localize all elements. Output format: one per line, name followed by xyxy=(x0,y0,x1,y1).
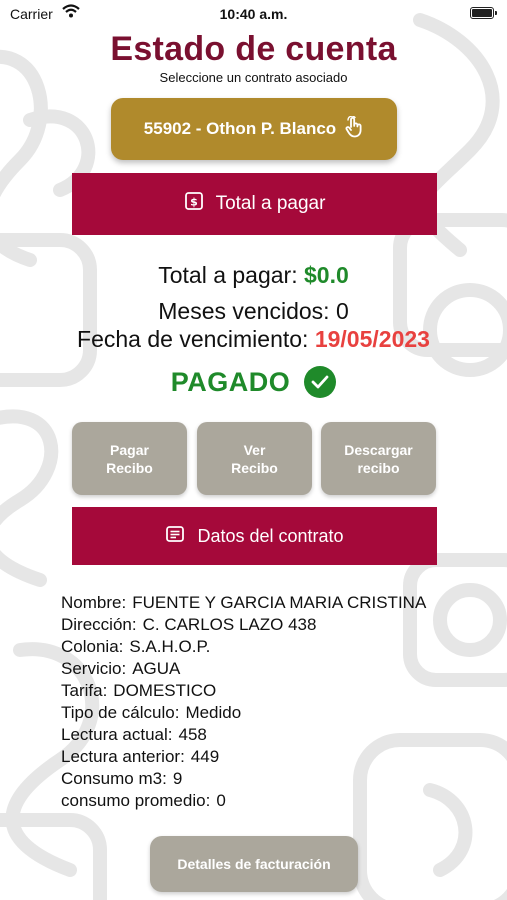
overdue-row: Meses vencidos: 0 xyxy=(0,298,507,325)
page-subtitle: Seleccione un contrato asociado xyxy=(159,70,348,85)
total-row: Total a pagar: $0.0 xyxy=(0,262,507,289)
due-date-value: 19/05/2023 xyxy=(314,326,430,352)
status-time: 10:40 a.m. xyxy=(219,6,288,22)
detail-row-calc-type: Tipo de cálculo: Medido xyxy=(61,702,426,724)
detail-row-previous-reading: Lectura anterior: 449 xyxy=(61,746,426,768)
document-icon xyxy=(165,525,185,548)
detail-row-consumption: Consumo m3: 9 xyxy=(61,768,426,790)
detail-row-name: Nombre: FUENTE Y GARCIA MARIA CRISTINA xyxy=(61,592,426,614)
pay-receipt-label: Pagar Recibo xyxy=(106,441,153,476)
tap-hand-icon xyxy=(344,114,364,143)
overdue-value: 0 xyxy=(335,298,349,324)
detail-label: Consumo m3: xyxy=(61,769,167,788)
page-title: Estado de cuenta xyxy=(110,30,397,68)
view-receipt-button[interactable]: Ver Recibo xyxy=(197,422,312,495)
due-date-row: Fecha de vencimiento: 19/05/2023 xyxy=(0,326,507,353)
detail-value: 0 xyxy=(216,791,226,810)
detail-row-address: Dirección: C. CARLOS LAZO 438 xyxy=(61,614,426,636)
payment-status-label: PAGADO xyxy=(170,366,291,397)
billing-details-label: Detalles de facturación xyxy=(177,856,331,872)
total-value: $0.0 xyxy=(304,262,349,288)
detail-value: 449 xyxy=(190,747,220,766)
detail-value: Medido xyxy=(185,703,242,722)
overdue-label: Meses vencidos: xyxy=(158,298,330,324)
pay-receipt-button[interactable]: Pagar Recibo xyxy=(72,422,187,495)
detail-value: DOMESTICO xyxy=(113,681,217,700)
contract-selector-label: 55902 - Othon P. Blanco xyxy=(143,119,337,138)
view-receipt-label: Ver Recibo xyxy=(231,441,278,476)
contract-data-label: Datos del contrato xyxy=(197,525,344,546)
detail-label: Servicio: xyxy=(61,659,127,678)
status-bar: Carrier 10:40 a.m. xyxy=(0,0,507,30)
detail-label: Colonia: xyxy=(61,637,124,656)
detail-label: Tipo de cálculo: xyxy=(61,703,180,722)
detail-row-avg-consumption: consumo promedio: 0 xyxy=(61,790,426,812)
detail-label: Nombre: xyxy=(61,593,127,612)
detail-label: Tarifa: xyxy=(61,681,108,700)
detail-row-service: Servicio: AGUA xyxy=(61,658,426,680)
battery-icon xyxy=(470,7,497,19)
detail-label: consumo promedio: xyxy=(61,791,211,810)
detail-row-colony: Colonia: S.A.H.O.P. xyxy=(61,636,426,658)
detail-label: Dirección: xyxy=(61,615,137,634)
dollar-icon: $ xyxy=(184,191,204,217)
svg-text:$: $ xyxy=(190,196,198,209)
detail-row-current-reading: Lectura actual: 458 xyxy=(61,724,426,746)
detail-value: AGUA xyxy=(132,659,181,678)
detail-value: 458 xyxy=(178,725,207,744)
download-receipt-button[interactable]: Descargar recibo xyxy=(321,422,436,495)
detail-label: Lectura anterior: xyxy=(61,747,185,766)
contract-selector-button[interactable]: 55902 - Othon P. Blanco xyxy=(111,98,397,160)
detail-value: S.A.H.O.P. xyxy=(129,637,211,656)
due-date-label: Fecha de vencimiento: xyxy=(77,326,309,352)
billing-details-button[interactable]: Detalles de facturación xyxy=(150,836,358,892)
detail-value: 9 xyxy=(172,769,183,788)
detail-value: C. CARLOS LAZO 438 xyxy=(142,615,317,634)
download-receipt-label: Descargar recibo xyxy=(344,441,413,476)
detail-row-rate: Tarifa: DOMESTICO xyxy=(61,680,426,702)
total-to-pay-button[interactable]: $ Total a pagar xyxy=(72,173,437,235)
contract-data-button[interactable]: Datos del contrato xyxy=(72,507,437,565)
check-circle-icon xyxy=(304,366,337,398)
detail-label: Lectura actual: xyxy=(61,725,173,744)
payment-status: PAGADO xyxy=(0,366,507,398)
total-label: Total a pagar: xyxy=(158,262,298,288)
detail-value: FUENTE Y GARCIA MARIA CRISTINA xyxy=(132,593,427,612)
contract-details: Nombre: FUENTE Y GARCIA MARIA CRISTINA Di… xyxy=(61,592,426,812)
total-to-pay-label: Total a pagar xyxy=(215,193,326,214)
